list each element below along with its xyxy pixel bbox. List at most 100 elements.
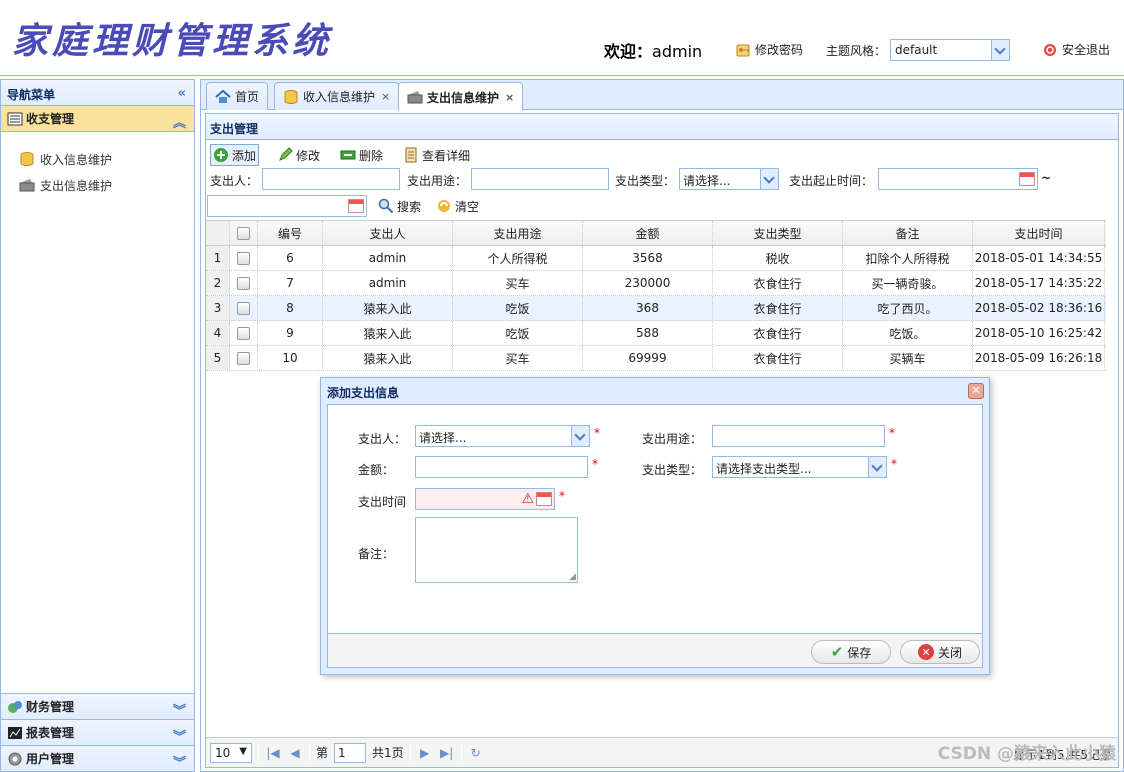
close-icon[interactable]: ✕ [968,383,984,399]
first-page-icon[interactable]: |◀ [265,746,281,760]
col-time[interactable]: 支出时间 [973,221,1105,245]
amount-input[interactable] [415,456,588,478]
row-checkbox-cell[interactable] [230,296,258,320]
row-checkbox-cell[interactable] [230,346,258,370]
time-input[interactable]: ⚠ [415,488,555,510]
theme-select[interactable]: default [890,39,1010,61]
row-checkbox-cell[interactable] [230,321,258,345]
accordion-income-expense-label: 收支管理 [26,112,75,126]
last-page-icon[interactable]: ▶| [439,746,455,760]
refresh-icon[interactable]: ↻ [468,746,484,760]
change-password-link[interactable]: 修改密码 [735,41,803,58]
filter-end-date[interactable] [207,195,367,217]
collapse-up-icon[interactable]: ︽ [173,112,186,131]
prev-page-icon[interactable]: ◀ [287,746,303,760]
broom-icon [438,200,450,212]
save-button-label: 保存 [847,645,872,660]
type-select[interactable]: 请选择支出类型... [712,456,887,478]
calendar-icon[interactable] [348,199,364,213]
col-note[interactable]: 备注 [843,221,973,245]
page-size-select[interactable]: 10 ▼ [210,742,252,763]
page-number-input[interactable]: 1 [334,742,367,763]
expand-down-icon[interactable]: ︾ [173,700,186,719]
cell-amount: 69999 [583,346,713,370]
col-payer[interactable]: 支出人 [323,221,453,245]
tab-home[interactable]: 首页 [206,82,269,110]
sidebar-item-income[interactable]: 收入信息维护 [19,146,194,172]
row-number: 1 [206,246,230,270]
table-row[interactable]: 5 10 猿来入此 买车 69999 衣食住行 买辆车 2018-05-09 1… [206,346,1106,371]
row-checkbox-cell[interactable] [230,246,258,270]
save-button[interactable]: ✔ 保存 [811,640,891,664]
table-row[interactable]: 2 7 admin 买车 230000 衣食住行 买一辆奇骏。 2018-05-… [206,271,1106,296]
sidebar-item-expense[interactable]: 支出信息维护 [19,172,194,198]
coins-icon [284,89,298,104]
chevron-down-icon [760,169,778,189]
cell-note: 吃饭。 [843,321,973,345]
expand-down-icon[interactable]: ︾ [173,752,186,771]
close-button[interactable]: ✕ 关闭 [900,640,980,664]
app-header: 家庭理财管理系统 欢迎：admin 修改密码 主题风格： default 安全退… [0,0,1124,76]
note-label: 备注： [358,547,395,561]
add-button-label: 添加 [232,148,257,163]
filter-type-label: 支出类型： [615,174,676,188]
row-checkbox[interactable] [237,326,250,340]
calendar-icon[interactable] [1019,172,1035,186]
cell-type: 衣食住行 [713,271,843,295]
col-id[interactable]: 编号 [258,221,323,245]
minus-icon [340,150,356,160]
close-icon[interactable]: × [505,91,514,104]
tab-expense[interactable]: 支出信息维护 × [398,82,524,111]
filter-type-select[interactable]: 请选择... [679,168,779,190]
close-button-label: 关闭 [937,645,962,660]
select-all-cell[interactable] [230,221,258,245]
cell-note: 吃了西贝。 [843,296,973,320]
table-row[interactable]: 4 9 猿来入此 吃饭 588 衣食住行 吃饭。 2018-05-10 16:2… [206,321,1106,346]
expense-table: 编号 支出人 支出用途 金额 支出类型 备注 支出时间 1 6 admin 个人… [206,220,1106,371]
note-textarea[interactable]: ◢ [415,517,578,583]
view-detail-button[interactable]: 查看详细 [401,144,472,166]
col-type[interactable]: 支出类型 [713,221,843,245]
resize-handle-icon[interactable]: ◢ [569,572,576,582]
clear-button[interactable]: 清空 [434,195,481,217]
filter-start-date[interactable] [878,168,1038,190]
payer-select[interactable]: 请选择... [415,425,590,447]
username: admin [652,42,703,61]
page-prefix: 第 [316,746,329,760]
tab-income[interactable]: 收入信息维护 × [274,82,400,110]
table-row[interactable]: 3 8 猿来入此 吃饭 368 衣食住行 吃了西贝。 2018-05-02 18… [206,296,1106,321]
ledger-icon [7,112,23,125]
calendar-icon[interactable] [536,492,552,506]
table-row[interactable]: 1 6 admin 个人所得税 3568 税收 扣除个人所得税 2018-05-… [206,246,1106,271]
col-purpose[interactable]: 支出用途 [453,221,583,245]
accordion-finance[interactable]: 财务管理 ︾ [1,693,194,719]
row-checkbox[interactable] [237,301,250,315]
expand-down-icon[interactable]: ︾ [173,726,186,745]
accordion-reports[interactable]: 报表管理 ︾ [1,719,194,745]
cell-type: 衣食住行 [713,296,843,320]
divider [258,743,259,762]
row-checkbox[interactable] [237,351,250,365]
search-button[interactable]: 搜索 [376,195,423,217]
row-checkbox[interactable] [237,276,250,290]
edit-button[interactable]: 修改 [275,144,322,166]
payer-select-value: 请选择... [419,431,467,445]
filter-payer-input[interactable] [262,168,400,190]
select-all-checkbox[interactable] [237,226,250,240]
row-checkbox-cell[interactable] [230,271,258,295]
accordion-users[interactable]: 用户管理 ︾ [1,745,194,771]
logout-link[interactable]: 安全退出 [1042,41,1110,58]
accordion-income-expense[interactable]: 收支管理 ︽ [1,106,194,132]
delete-button[interactable]: 删除 [338,144,385,166]
purpose-input[interactable] [712,425,885,447]
col-amount[interactable]: 金额 [583,221,713,245]
cell-payer: admin [323,271,453,295]
filter-purpose-input[interactable] [471,168,609,190]
row-checkbox[interactable] [237,251,250,265]
payer-label: 支出人： [358,432,407,446]
collapse-sidebar-icon[interactable]: « [178,86,186,101]
add-button[interactable]: 添加 [210,144,260,166]
cell-id: 7 [258,271,323,295]
next-page-icon[interactable]: ▶ [417,746,433,760]
close-icon[interactable]: × [381,90,390,103]
